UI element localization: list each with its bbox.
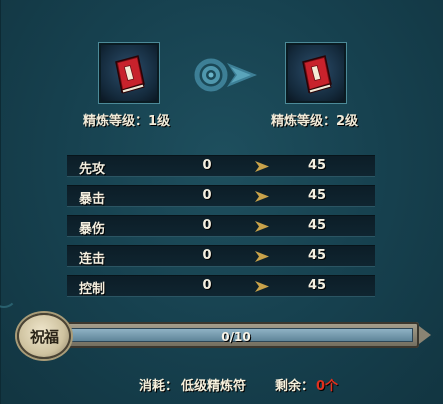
stat-name: 控制 [79,282,106,297]
corner-ornament [0,282,17,308]
swirl-arrow-icon [194,58,257,92]
stat-row-kongzhi: 控制 0 45 [67,275,375,297]
stat-current-value: 0 [202,248,212,263]
stat-current-value: 0 [202,158,212,173]
arrow-right-icon [255,191,269,202]
stat-row-baoji: 暴击 0 45 [67,185,375,207]
stat-name: 连击 [79,252,106,267]
corner-ornament [425,0,443,20]
stat-current-value: 0 [202,218,212,233]
blessing-badge: 祝福 [17,313,71,359]
stat-next-value: 45 [307,278,327,293]
red-book-icon [302,55,332,94]
blessing-progress-text: 0/10 [221,330,251,344]
refine-panel: 精炼等级：1级 精炼等级：2级 先攻 0 45 暴击 0 45 暴伤 0 45 [0,0,443,404]
stat-next-value: 45 [307,218,327,233]
next-item-slot[interactable] [285,42,347,104]
remaining-count: 0个 [316,379,339,394]
cost-label: 消耗： [139,379,179,394]
corner-ornament [0,0,19,20]
next-level-label: 精炼等级：2级 [271,114,359,129]
remaining-label: 剩余： [275,379,315,394]
stat-row-baoshang: 暴伤 0 45 [67,215,375,237]
blessing-progress-bar: 0/10 [53,322,431,348]
arrow-right-icon [255,221,269,232]
bar-end-cap [419,326,431,344]
stat-current-value: 0 [202,188,212,203]
stat-current-value: 0 [202,278,212,293]
stat-row-lianji: 连击 0 45 [67,245,375,267]
stat-name: 暴击 [79,192,106,207]
stat-next-value: 45 [307,158,327,173]
arrow-right-icon [255,161,269,172]
stat-next-value: 45 [307,248,327,263]
stat-row-xiangong: 先攻 0 45 [67,155,375,177]
cost-item-name: 低级精炼符 [181,379,247,394]
stat-next-value: 45 [307,188,327,203]
blessing-badge-text: 祝福 [29,328,59,346]
blessing-progress-track: 0/10 [59,328,413,344]
current-item-slot[interactable] [98,42,160,104]
current-level-label: 精炼等级：1级 [83,114,171,129]
stat-name: 暴伤 [79,222,106,237]
arrow-right-icon [255,281,269,292]
red-book-icon [115,55,145,94]
arrow-right-icon [255,251,269,262]
stat-name: 先攻 [79,162,106,177]
